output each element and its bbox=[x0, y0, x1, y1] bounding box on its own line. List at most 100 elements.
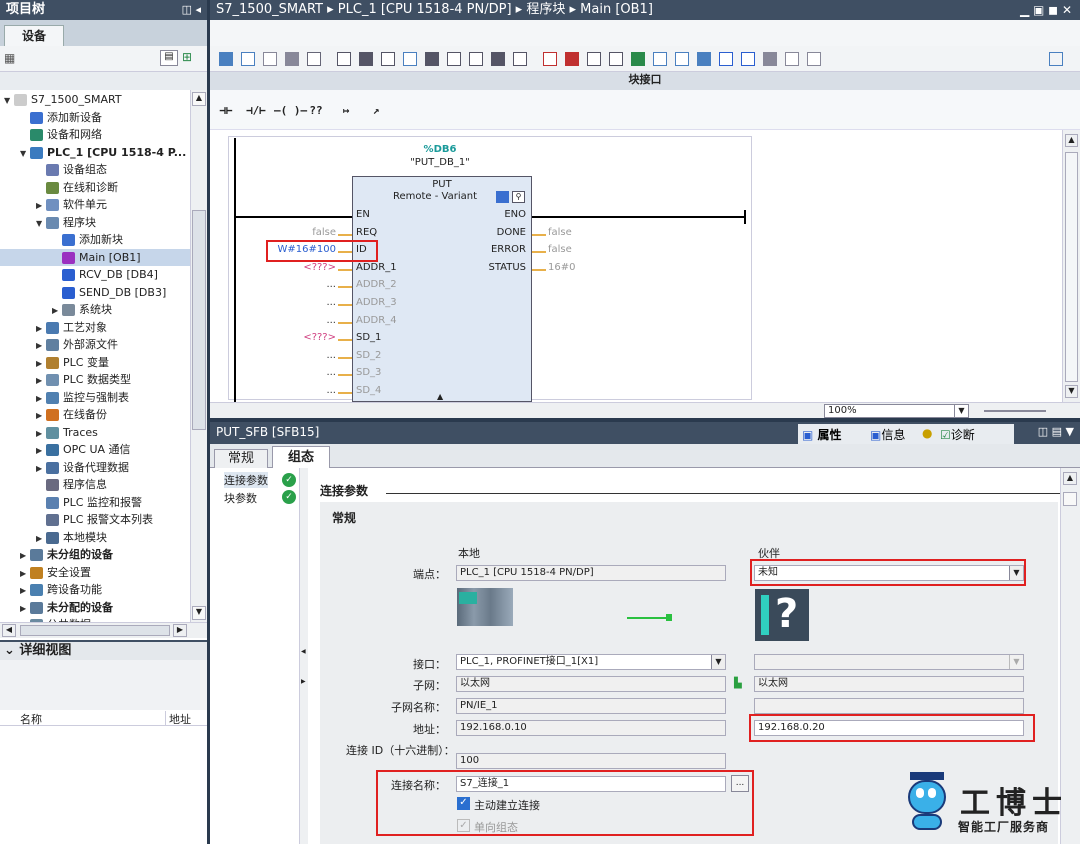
tree-item[interactable]: ▶ PLC 变量 bbox=[0, 354, 190, 371]
expand-icon[interactable]: ▲ bbox=[437, 392, 443, 401]
tree-item[interactable]: 添加新块 bbox=[0, 231, 190, 248]
tree-item[interactable]: ▶ 外部源文件 bbox=[0, 336, 190, 353]
expand-arrow-icon[interactable]: ▶ bbox=[36, 530, 46, 547]
input-pin-value[interactable]: ... bbox=[326, 279, 336, 290]
zoom-slider[interactable] bbox=[984, 410, 1046, 412]
breadcrumb-item[interactable]: Main [OB1] bbox=[580, 2, 653, 17]
expand-arrow-icon[interactable]: ▶ bbox=[36, 407, 46, 424]
breadcrumb-item[interactable]: PLC_1 [CPU 1518-4 PN/DP] bbox=[338, 2, 512, 17]
column-address[interactable]: 地址 bbox=[165, 711, 191, 727]
input-pin-value[interactable]: ... bbox=[326, 367, 336, 378]
breadcrumb-item[interactable]: 程序块 bbox=[526, 2, 565, 17]
toolbar-button-icon[interactable] bbox=[469, 52, 483, 66]
input-pin-value[interactable]: ... bbox=[326, 385, 336, 396]
input-pin-value[interactable]: <???> bbox=[303, 332, 336, 343]
tree-item[interactable]: PLC 监控和报警 bbox=[0, 494, 190, 511]
tree-item[interactable]: ▶ PLC 数据类型 bbox=[0, 371, 190, 388]
lad-instruction-button[interactable]: ⊣/⊢ bbox=[244, 101, 268, 121]
input-pin-value[interactable]: ... bbox=[326, 350, 336, 361]
tree-item[interactable]: ▶ OPC UA 通信 bbox=[0, 441, 190, 458]
window-controls-icon[interactable]: ▁ ▣ ◼ ✕ bbox=[1020, 0, 1072, 20]
tree-item[interactable]: ▶ 软件单元 bbox=[0, 196, 190, 213]
tree-item[interactable]: ▶ Traces bbox=[0, 424, 190, 441]
toolbar-button-icon[interactable] bbox=[219, 52, 233, 66]
expand-arrow-icon[interactable]: ▶ bbox=[36, 442, 46, 459]
toolbar-button-icon[interactable] bbox=[675, 52, 689, 66]
tree-item[interactable]: 在线和诊断 bbox=[0, 179, 190, 196]
nav-splitter[interactable]: ◀ ▶ bbox=[300, 468, 308, 844]
toolbar-button-icon[interactable] bbox=[741, 52, 755, 66]
network-view-icon[interactable]: ⊞ bbox=[182, 50, 192, 64]
tree-item[interactable]: ▶ 安全设置 bbox=[0, 564, 190, 581]
collapse-arrow-icon[interactable]: ▼ bbox=[4, 92, 14, 109]
toolbar-button-icon[interactable] bbox=[403, 52, 417, 66]
toolbar-button-icon[interactable] bbox=[719, 52, 733, 66]
active-connection-checkbox[interactable]: ✓ bbox=[457, 797, 470, 810]
interface-local-select[interactable]: PLC_1, PROFINET接口_1[X1] ▼ bbox=[456, 654, 726, 670]
tree-item[interactable]: PLC 报警文本列表 bbox=[0, 511, 190, 528]
tab-devices[interactable]: 设备 bbox=[4, 25, 64, 46]
tab-info[interactable]: ▣信息 bbox=[870, 426, 905, 443]
column-name[interactable]: 名称 bbox=[20, 711, 42, 727]
expand-arrow-icon[interactable]: ▶ bbox=[20, 547, 30, 564]
toolbar-button-icon[interactable] bbox=[285, 52, 299, 66]
detail-view-header[interactable]: ⌄ 详细视图 bbox=[0, 640, 207, 660]
view-icon[interactable]: ▦ bbox=[4, 51, 15, 65]
expand-arrow-icon[interactable]: ▶ bbox=[36, 372, 46, 389]
tree-hscrollbar[interactable]: ◀ ▶ bbox=[0, 622, 207, 638]
toolbar-button-icon[interactable] bbox=[807, 52, 821, 66]
tree-item[interactable]: ▶ 在线备份 bbox=[0, 406, 190, 423]
toolbar-button-icon[interactable] bbox=[241, 52, 255, 66]
expand-arrow-icon[interactable]: ▶ bbox=[36, 197, 46, 214]
tree-item[interactable]: 设备和网络 bbox=[0, 126, 190, 143]
panel-toggle-icon[interactable] bbox=[1049, 52, 1063, 66]
nav-block-params[interactable]: 块参数 bbox=[224, 490, 257, 506]
tab-properties[interactable]: ▣ 属性 bbox=[802, 426, 842, 443]
lad-instruction-button[interactable]: ⊣⊢ bbox=[214, 101, 238, 121]
ladder-vscrollbar[interactable]: ▲ ▼ bbox=[1062, 130, 1080, 402]
toolbar-button-icon[interactable] bbox=[359, 52, 373, 66]
expand-arrow-icon[interactable]: ▶ bbox=[20, 565, 30, 582]
tree-item[interactable]: ▼ 程序块 bbox=[0, 214, 190, 231]
expand-arrow-icon[interactable]: ▶ bbox=[36, 460, 46, 477]
panel-window-controls-icon[interactable]: ◫ ▤ ▼ bbox=[1038, 425, 1074, 438]
tree-item[interactable]: ▶ 工艺对象 bbox=[0, 319, 190, 336]
ladder-editor[interactable]: %DB6 "PUT_DB_1" PUT Remote - Variant ⚲ ▲… bbox=[210, 130, 1062, 402]
block-diag-icon[interactable]: ⚲ bbox=[512, 191, 525, 203]
expand-arrow-icon[interactable]: ▶ bbox=[36, 390, 46, 407]
lad-instruction-button[interactable]: ↦ bbox=[334, 101, 358, 121]
tree-item[interactable]: Main [OB1] bbox=[0, 248, 190, 266]
lad-instruction-button[interactable]: ↗ bbox=[364, 101, 388, 121]
toolbar-button-icon[interactable] bbox=[763, 52, 777, 66]
collapse-arrow-icon[interactable]: ▼ bbox=[20, 145, 30, 162]
tree-item[interactable]: 添加新设备 bbox=[0, 109, 190, 126]
expand-arrow-icon[interactable]: ▶ bbox=[20, 582, 30, 599]
tab-diagnostics[interactable]: ☑诊断 bbox=[940, 426, 975, 443]
toolbar-button-icon[interactable] bbox=[697, 52, 711, 66]
tree-item[interactable]: RCV_DB [DB4] bbox=[0, 266, 190, 283]
input-pin-value[interactable]: false bbox=[312, 227, 336, 238]
tree-vscrollbar[interactable]: ▲ ▼ bbox=[190, 90, 207, 622]
toolbar-button-icon[interactable] bbox=[307, 52, 321, 66]
toolbar-button-icon[interactable] bbox=[785, 52, 799, 66]
list-view-icon[interactable]: ▤ bbox=[160, 50, 178, 66]
tree-item[interactable]: ▶ 本地模块 bbox=[0, 529, 190, 546]
tree-item[interactable]: ▶ 未分组的设备 bbox=[0, 546, 190, 563]
toolbar-button-icon[interactable] bbox=[587, 52, 601, 66]
collapse-panel-icon[interactable]: ◫ ◂ bbox=[182, 0, 201, 20]
expand-arrow-icon[interactable]: ▶ bbox=[36, 425, 46, 442]
toolbar-button-icon[interactable] bbox=[425, 52, 439, 66]
toolbar-button-icon[interactable] bbox=[609, 52, 623, 66]
expand-arrow-icon[interactable]: ▶ bbox=[36, 355, 46, 372]
toolbar-button-icon[interactable] bbox=[513, 52, 527, 66]
lad-instruction-button[interactable]: ?? bbox=[304, 101, 328, 121]
browse-button[interactable]: ... bbox=[731, 775, 749, 792]
tab-configuration[interactable]: 组态 bbox=[272, 446, 330, 469]
tree-item[interactable]: ▶ 监控与强制表 bbox=[0, 389, 190, 406]
input-pin-value[interactable]: ... bbox=[326, 315, 336, 326]
lad-instruction-button[interactable]: –( )– bbox=[274, 101, 307, 121]
input-pin-value[interactable]: ... bbox=[326, 297, 336, 308]
toolbar-button-icon[interactable] bbox=[653, 52, 667, 66]
expand-arrow-icon[interactable]: ▶ bbox=[20, 600, 30, 617]
block-settings-icon[interactable] bbox=[496, 191, 509, 203]
